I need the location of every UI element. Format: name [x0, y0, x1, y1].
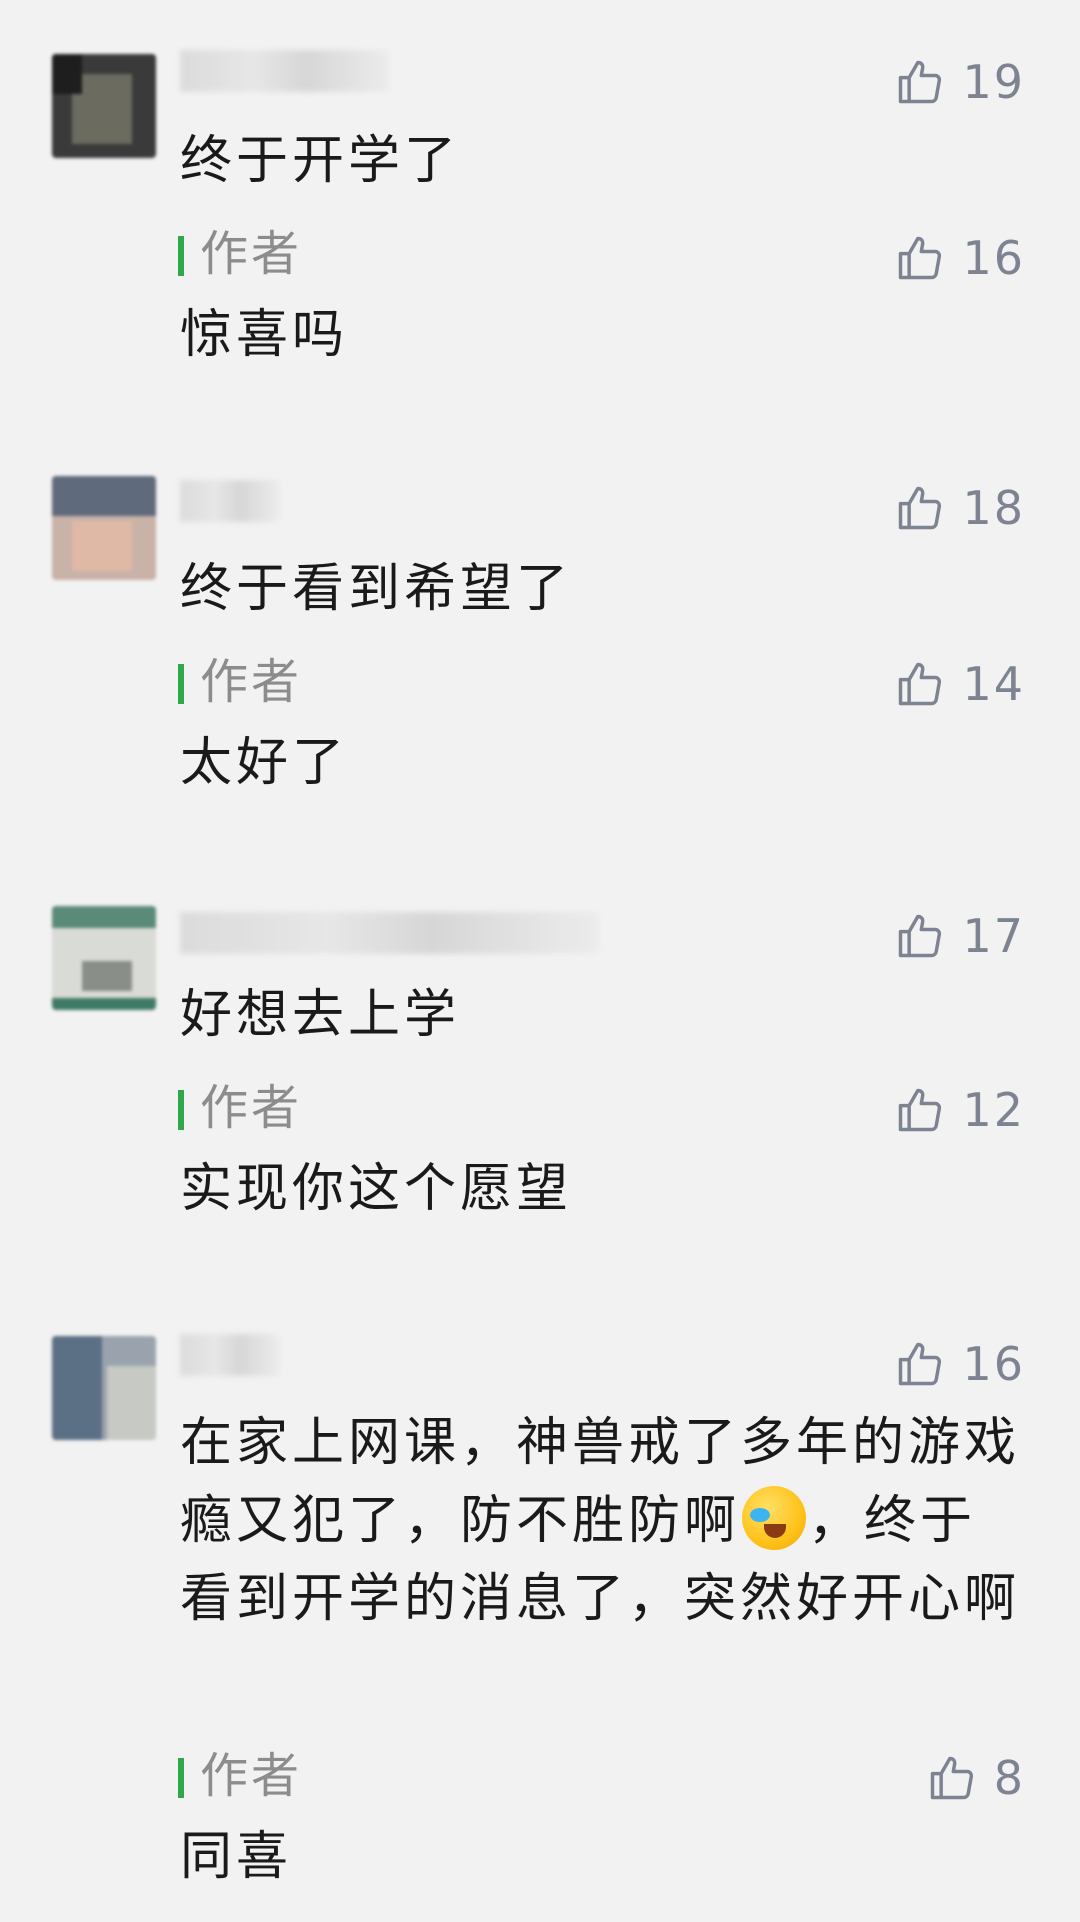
author-badge-bar — [178, 236, 184, 276]
comment-like-button[interactable]: 18 — [894, 478, 1025, 538]
author-badge-bar — [178, 1758, 184, 1798]
thumbs-up-icon — [899, 236, 942, 280]
comment-like-button[interactable]: 17 — [894, 906, 1025, 966]
thumbs-up-icon — [899, 914, 942, 958]
reply-like-button[interactable]: 8 — [926, 1748, 1025, 1808]
thumbs-up-icon — [899, 662, 942, 706]
like-count: 12 — [962, 1083, 1025, 1137]
like-count: 16 — [962, 231, 1025, 285]
comment-like-button[interactable]: 16 — [894, 1334, 1025, 1394]
author-label: 作者 — [200, 654, 303, 710]
like-count: 19 — [962, 55, 1025, 109]
reply-like-button[interactable]: 14 — [894, 654, 1025, 714]
commenter-name-blurred[interactable] — [180, 50, 390, 92]
like-count: 14 — [962, 657, 1025, 711]
thumbs-up-icon — [899, 486, 942, 530]
thumbs-up-icon — [899, 1342, 942, 1386]
like-count: 18 — [962, 481, 1025, 535]
author-badge-bar — [178, 1090, 184, 1130]
comment-like-button[interactable]: 19 — [894, 52, 1025, 112]
avatar[interactable] — [52, 1336, 156, 1440]
thumbs-up-icon — [899, 60, 942, 104]
comment-text: 终于看到希望了 — [180, 559, 573, 619]
commenter-name-blurred[interactable] — [180, 912, 600, 954]
like-count: 8 — [993, 1751, 1025, 1805]
reply-like-button[interactable]: 16 — [894, 228, 1025, 288]
thumbs-up-icon — [930, 1756, 973, 1800]
reply-text: 实现你这个愿望 — [180, 1159, 573, 1219]
like-count: 16 — [962, 1337, 1025, 1391]
comment-text: 终于开学了 — [180, 131, 461, 191]
avatar[interactable] — [52, 906, 156, 1010]
author-label: 作者 — [200, 1080, 303, 1136]
author-label: 作者 — [200, 1748, 303, 1804]
like-count: 17 — [962, 909, 1025, 963]
avatar[interactable] — [52, 476, 156, 580]
reply-text: 惊喜吗 — [180, 305, 349, 365]
commenter-name-blurred[interactable] — [180, 1334, 280, 1376]
author-label: 作者 — [200, 226, 303, 282]
laughing-crying-emoji-icon — [742, 1486, 807, 1550]
reply-text: 同喜 — [180, 1827, 293, 1887]
commenter-name-blurred[interactable] — [180, 480, 280, 522]
reply-like-button[interactable]: 12 — [894, 1080, 1025, 1140]
comment-text: 在家上网课，神兽戒了多年的游戏瘾又犯了，防不胜防啊 ，终于看到开学的消息了，突然好… — [180, 1404, 1020, 1638]
avatar[interactable] — [52, 54, 156, 158]
thumbs-up-icon — [899, 1088, 942, 1132]
reply-text: 太好了 — [180, 733, 349, 793]
author-badge-bar — [178, 664, 184, 704]
comment-text: 好想去上学 — [180, 985, 461, 1045]
